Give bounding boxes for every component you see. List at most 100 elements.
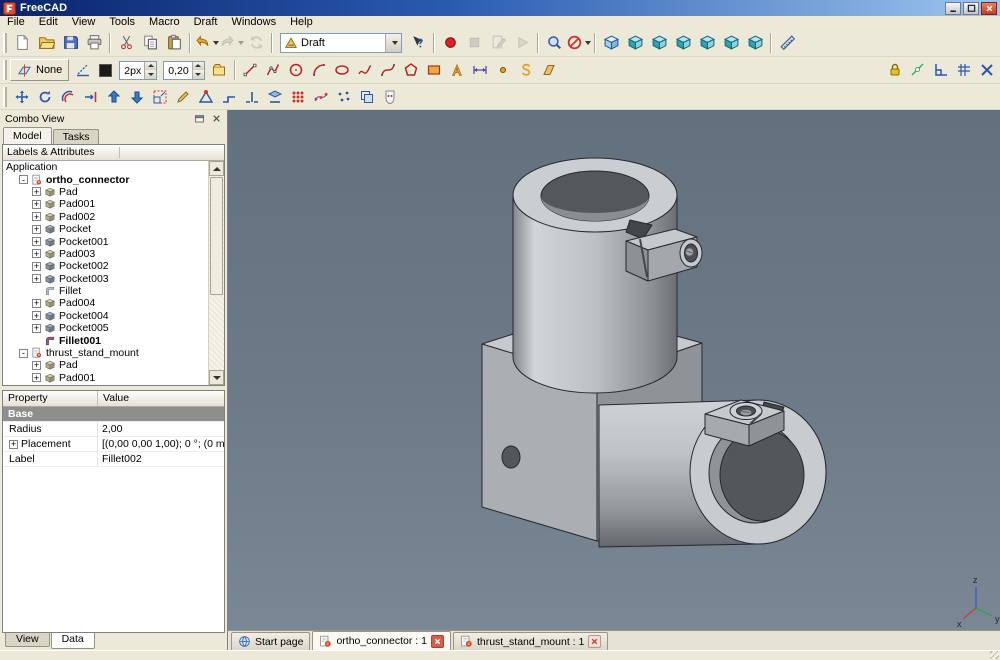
macro-record-button[interactable]: [438, 31, 462, 55]
tree-item-pad001-17[interactable]: +Pad001: [3, 372, 208, 384]
undo-button[interactable]: [194, 31, 219, 55]
cut-button[interactable]: [114, 31, 138, 55]
print-button[interactable]: [82, 31, 106, 55]
menu-tools[interactable]: Tools: [102, 16, 142, 29]
menu-view[interactable]: View: [65, 16, 103, 29]
menu-edit[interactable]: Edit: [32, 16, 65, 29]
3d-canvas[interactable]: z x y: [228, 110, 1000, 630]
tree-expander-icon[interactable]: +: [32, 225, 41, 234]
draw-style-button[interactable]: [566, 31, 591, 55]
close-tab-button[interactable]: [588, 635, 601, 648]
snap-dimensions-button[interactable]: [975, 59, 998, 82]
chevron-down-icon[interactable]: [585, 41, 591, 45]
view-top-button[interactable]: [647, 31, 671, 55]
construction-mode-button[interactable]: [71, 59, 94, 82]
upgrade-button[interactable]: [102, 85, 125, 108]
line-color-swatch[interactable]: [94, 59, 116, 81]
view-bottom-button[interactable]: [719, 31, 743, 55]
tab-tasks[interactable]: Tasks: [53, 129, 100, 144]
tree-expander-icon[interactable]: +: [32, 249, 41, 258]
snap-grid-button[interactable]: [952, 59, 975, 82]
whats-this-button[interactable]: [406, 31, 430, 55]
tree-item-pocket004-12[interactable]: +Pocket004: [3, 310, 208, 322]
property-row-label[interactable]: LabelFillet002: [3, 452, 224, 467]
scale-button[interactable]: [148, 85, 171, 108]
tree-scrollbar[interactable]: [208, 161, 224, 385]
toolbar-handle[interactable]: [3, 60, 7, 80]
subelement-highlight-button[interactable]: [194, 85, 217, 108]
workbench-dropdown-button[interactable]: [385, 34, 401, 52]
draft-rectangle-button[interactable]: [423, 59, 446, 82]
view-isometric-button[interactable]: [599, 31, 623, 55]
open-file-button[interactable]: [34, 31, 58, 55]
step-down-icon[interactable]: [193, 70, 204, 79]
minimize-button[interactable]: [945, 2, 961, 15]
tree-item-ortho-connector-1[interactable]: -ortho_connector: [3, 173, 208, 185]
tree-expander-icon[interactable]: +: [32, 311, 41, 320]
mirror-button[interactable]: [378, 85, 401, 108]
view-rear-button[interactable]: [695, 31, 719, 55]
tree-item-thrust-stand-mount-15[interactable]: -thrust_stand_mount: [3, 347, 208, 359]
menu-draft[interactable]: Draft: [187, 16, 225, 29]
tree-item-pocket005-13[interactable]: +Pocket005: [3, 322, 208, 334]
scroll-up-button[interactable]: [209, 161, 224, 176]
menu-macro[interactable]: Macro: [142, 16, 187, 29]
working-plane-button[interactable]: None: [10, 59, 69, 81]
tree-expander-icon[interactable]: +: [32, 299, 41, 308]
clone-button[interactable]: [355, 85, 378, 108]
join-button[interactable]: [217, 85, 240, 108]
rotate-button[interactable]: [33, 85, 56, 108]
array-button[interactable]: [286, 85, 309, 108]
menu-help[interactable]: Help: [283, 16, 320, 29]
property-row-placement[interactable]: +Placement[(0,00 0,00 1,00); 0 °; (0 mm …: [3, 437, 224, 452]
tree-item-pad001-3[interactable]: +Pad001: [3, 198, 208, 210]
step-up-icon[interactable]: [193, 62, 204, 71]
step-up-icon[interactable]: [145, 62, 156, 71]
draft-bezier-button[interactable]: [377, 59, 400, 82]
draft-bspline-button[interactable]: [354, 59, 377, 82]
point-array-button[interactable]: [332, 85, 355, 108]
tree-expander-icon[interactable]: +: [32, 200, 41, 209]
trimex-button[interactable]: [79, 85, 102, 108]
view-right-button[interactable]: [671, 31, 695, 55]
tree-expander-icon[interactable]: -: [19, 175, 28, 184]
line-width-spinbox-value[interactable]: 2px: [120, 62, 144, 79]
move-button[interactable]: [10, 85, 33, 108]
macro-execute-button[interactable]: [510, 31, 534, 55]
tree-item-pad004-11[interactable]: +Pad004: [3, 297, 208, 309]
mdi-tab-thrust-stand-mount-1[interactable]: thrust_stand_mount : 1: [453, 632, 608, 650]
new-file-button[interactable]: [10, 31, 34, 55]
tree-item-pad-2[interactable]: +Pad: [3, 186, 208, 198]
property-value[interactable]: Fillet002: [98, 453, 224, 465]
line-width-spinbox[interactable]: 2px: [119, 61, 157, 80]
close-button[interactable]: [981, 2, 997, 15]
measure-distance-button[interactable]: [775, 31, 799, 55]
tab-data[interactable]: Data: [51, 633, 95, 649]
macro-edit-button[interactable]: [486, 31, 510, 55]
downgrade-button[interactable]: [125, 85, 148, 108]
tree-item-fillet001-14[interactable]: Fillet001: [3, 334, 208, 346]
tree-item-pocket003-9[interactable]: +Pocket003: [3, 273, 208, 285]
draft-ellipse-button[interactable]: [331, 59, 354, 82]
offset-button[interactable]: [56, 85, 79, 108]
snap-midpoint-button[interactable]: [906, 59, 929, 82]
split-button[interactable]: [240, 85, 263, 108]
maximize-button[interactable]: [963, 2, 979, 15]
toolbar-handle[interactable]: [3, 87, 7, 107]
draft-point-button[interactable]: [492, 59, 515, 82]
path-array-button[interactable]: [309, 85, 332, 108]
font-size-spinbox[interactable]: 0,20: [163, 61, 204, 80]
3d-scene[interactable]: z x y: [228, 110, 1000, 630]
property-expander-icon[interactable]: +: [9, 440, 18, 449]
mdi-tab-ortho-connector-1[interactable]: ortho_connector : 1: [312, 631, 450, 650]
save-button[interactable]: [58, 31, 82, 55]
tree-expander-icon[interactable]: +: [32, 373, 41, 382]
snap-lock-button[interactable]: [883, 59, 906, 82]
tree-item-pocket-5[interactable]: +Pocket: [3, 223, 208, 235]
step-down-icon[interactable]: [145, 70, 156, 79]
menu-windows[interactable]: Windows: [224, 16, 283, 29]
tree-expander-icon[interactable]: +: [32, 324, 41, 333]
tree-expander-icon[interactable]: +: [32, 361, 41, 370]
scrollbar-thumb[interactable]: [210, 177, 223, 295]
resize-grip-icon[interactable]: [990, 651, 999, 659]
